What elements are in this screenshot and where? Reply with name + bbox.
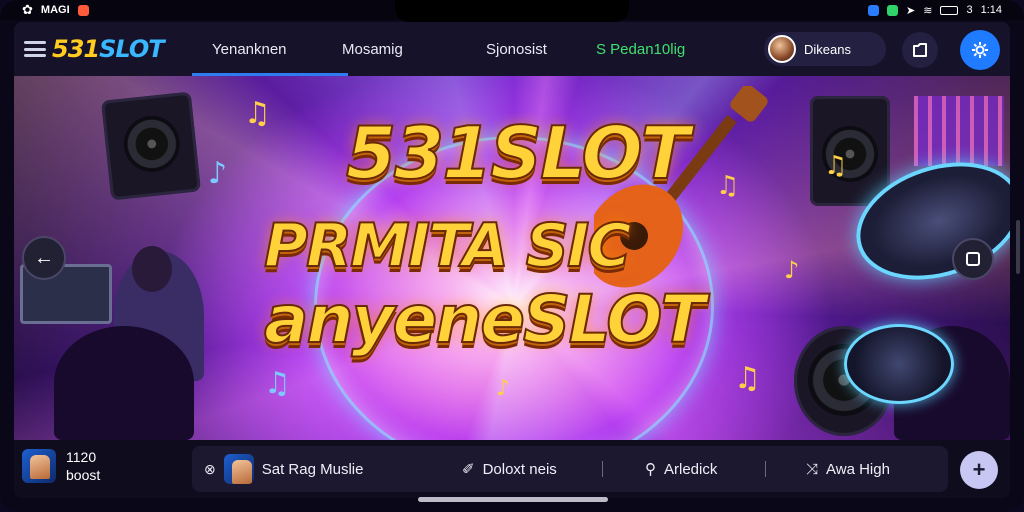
home-indicator[interactable] [418, 497, 608, 502]
hero-title-line2: PRMITA SIC [263, 210, 632, 282]
hero-title-line3: anyeneSLOT [263, 280, 706, 359]
tab-music[interactable]: Mosamig [342, 22, 486, 76]
play-icon [966, 252, 980, 266]
music-note-icon: ♫ [716, 171, 740, 201]
prev-slide-button[interactable]: ← [22, 236, 66, 280]
music-note-icon: ♪ [496, 376, 511, 401]
tab-home[interactable]: Yenanknen [192, 22, 348, 76]
sim-icon [868, 4, 880, 16]
scrollbar[interactable] [1016, 220, 1020, 274]
battery-icon [940, 5, 959, 15]
search-icon: ⚲ [645, 461, 656, 478]
now-playing-thumbnail [22, 449, 56, 483]
battery-text: 3 [966, 4, 973, 16]
next-slide-button[interactable] [952, 238, 994, 280]
divider [602, 461, 603, 477]
dj-pad [844, 324, 954, 404]
tab-social[interactable]: Sjonosist [486, 22, 596, 76]
plus-icon: + [972, 457, 986, 482]
user-profile-chip[interactable]: Dikeans [764, 32, 886, 66]
folder-icon [913, 43, 927, 57]
shuffle-icon: ⤨ [806, 460, 819, 478]
gear-icon [972, 42, 988, 58]
music-note-icon: ♪ [208, 156, 228, 191]
signal-icon [887, 4, 899, 16]
search-button[interactable]: ⚲ Arledick [645, 460, 765, 479]
shuffle-button[interactable]: ⤨ Awa High [806, 461, 890, 478]
divider [765, 461, 766, 477]
speaker-left [101, 91, 201, 201]
pen-icon: ✐ [462, 461, 475, 478]
window-panel [914, 96, 1004, 166]
wifi-icon: ≋ [923, 4, 933, 17]
app-window: ✿ MAGI ➤ ≋ 3 1:14 531SLOT Yenanknen Mosa… [0, 0, 1024, 512]
brand-name: 531SLOT [52, 35, 165, 63]
lyrics-button[interactable]: ✐ Doloxt neis [462, 460, 602, 479]
player-controls: ⊗ Sat Rag Muslie ✐ Doloxt neis ⚲ Arledic… [192, 446, 948, 492]
music-note-icon: ♫ [734, 361, 761, 396]
bottom-player-bar: 1120 boost ⊗ Sat Rag Muslie ✐ Doloxt nei… [14, 440, 1010, 498]
status-left-text: MAGI [40, 4, 70, 16]
clock: 1:14 [980, 4, 1002, 16]
brand-logo[interactable]: 531SLOT [14, 35, 204, 63]
now-playing-label: boost [66, 467, 101, 483]
crowd-left [54, 326, 194, 440]
top-nav: 531SLOT Yenanknen Mosamig Sjonosist S Pe… [14, 22, 1010, 76]
tab-special[interactable]: S Pedan10lig [596, 22, 726, 76]
track-thumbnail [223, 454, 254, 484]
app-icon: ✿ [22, 2, 33, 17]
close-icon[interactable]: ⊗ [204, 461, 216, 478]
music-note-icon: ♫ [264, 366, 291, 401]
track-item[interactable]: ⊗ Sat Rag Muslie [204, 454, 424, 484]
hero-banner[interactable]: ♫ ♪ ♫ ♪ ♫ ♪ ♫ ♫ 531SLOT PRMITA SIC anyen… [14, 76, 1010, 440]
music-note-icon: ♫ [244, 96, 271, 131]
arrow-left-icon: ← [34, 246, 54, 269]
add-button[interactable]: + [960, 451, 998, 489]
music-note-icon: ♫ [824, 151, 848, 181]
hero-title-line1: 531SLOT [345, 110, 691, 196]
menu-icon[interactable] [24, 41, 46, 57]
notification-icon [77, 4, 89, 16]
settings-button[interactable] [960, 30, 1000, 70]
camera-notch [395, 0, 629, 22]
now-playing-time: 1120 [66, 449, 97, 465]
speaker-right [810, 96, 890, 206]
music-note-icon: ♪ [784, 256, 800, 284]
folder-button[interactable] [902, 32, 938, 68]
avatar [768, 35, 796, 63]
user-name: Dikeans [804, 41, 851, 57]
now-playing[interactable]: 1120 boost [22, 448, 100, 484]
location-icon: ➤ [906, 4, 916, 17]
musician-head [132, 246, 172, 292]
